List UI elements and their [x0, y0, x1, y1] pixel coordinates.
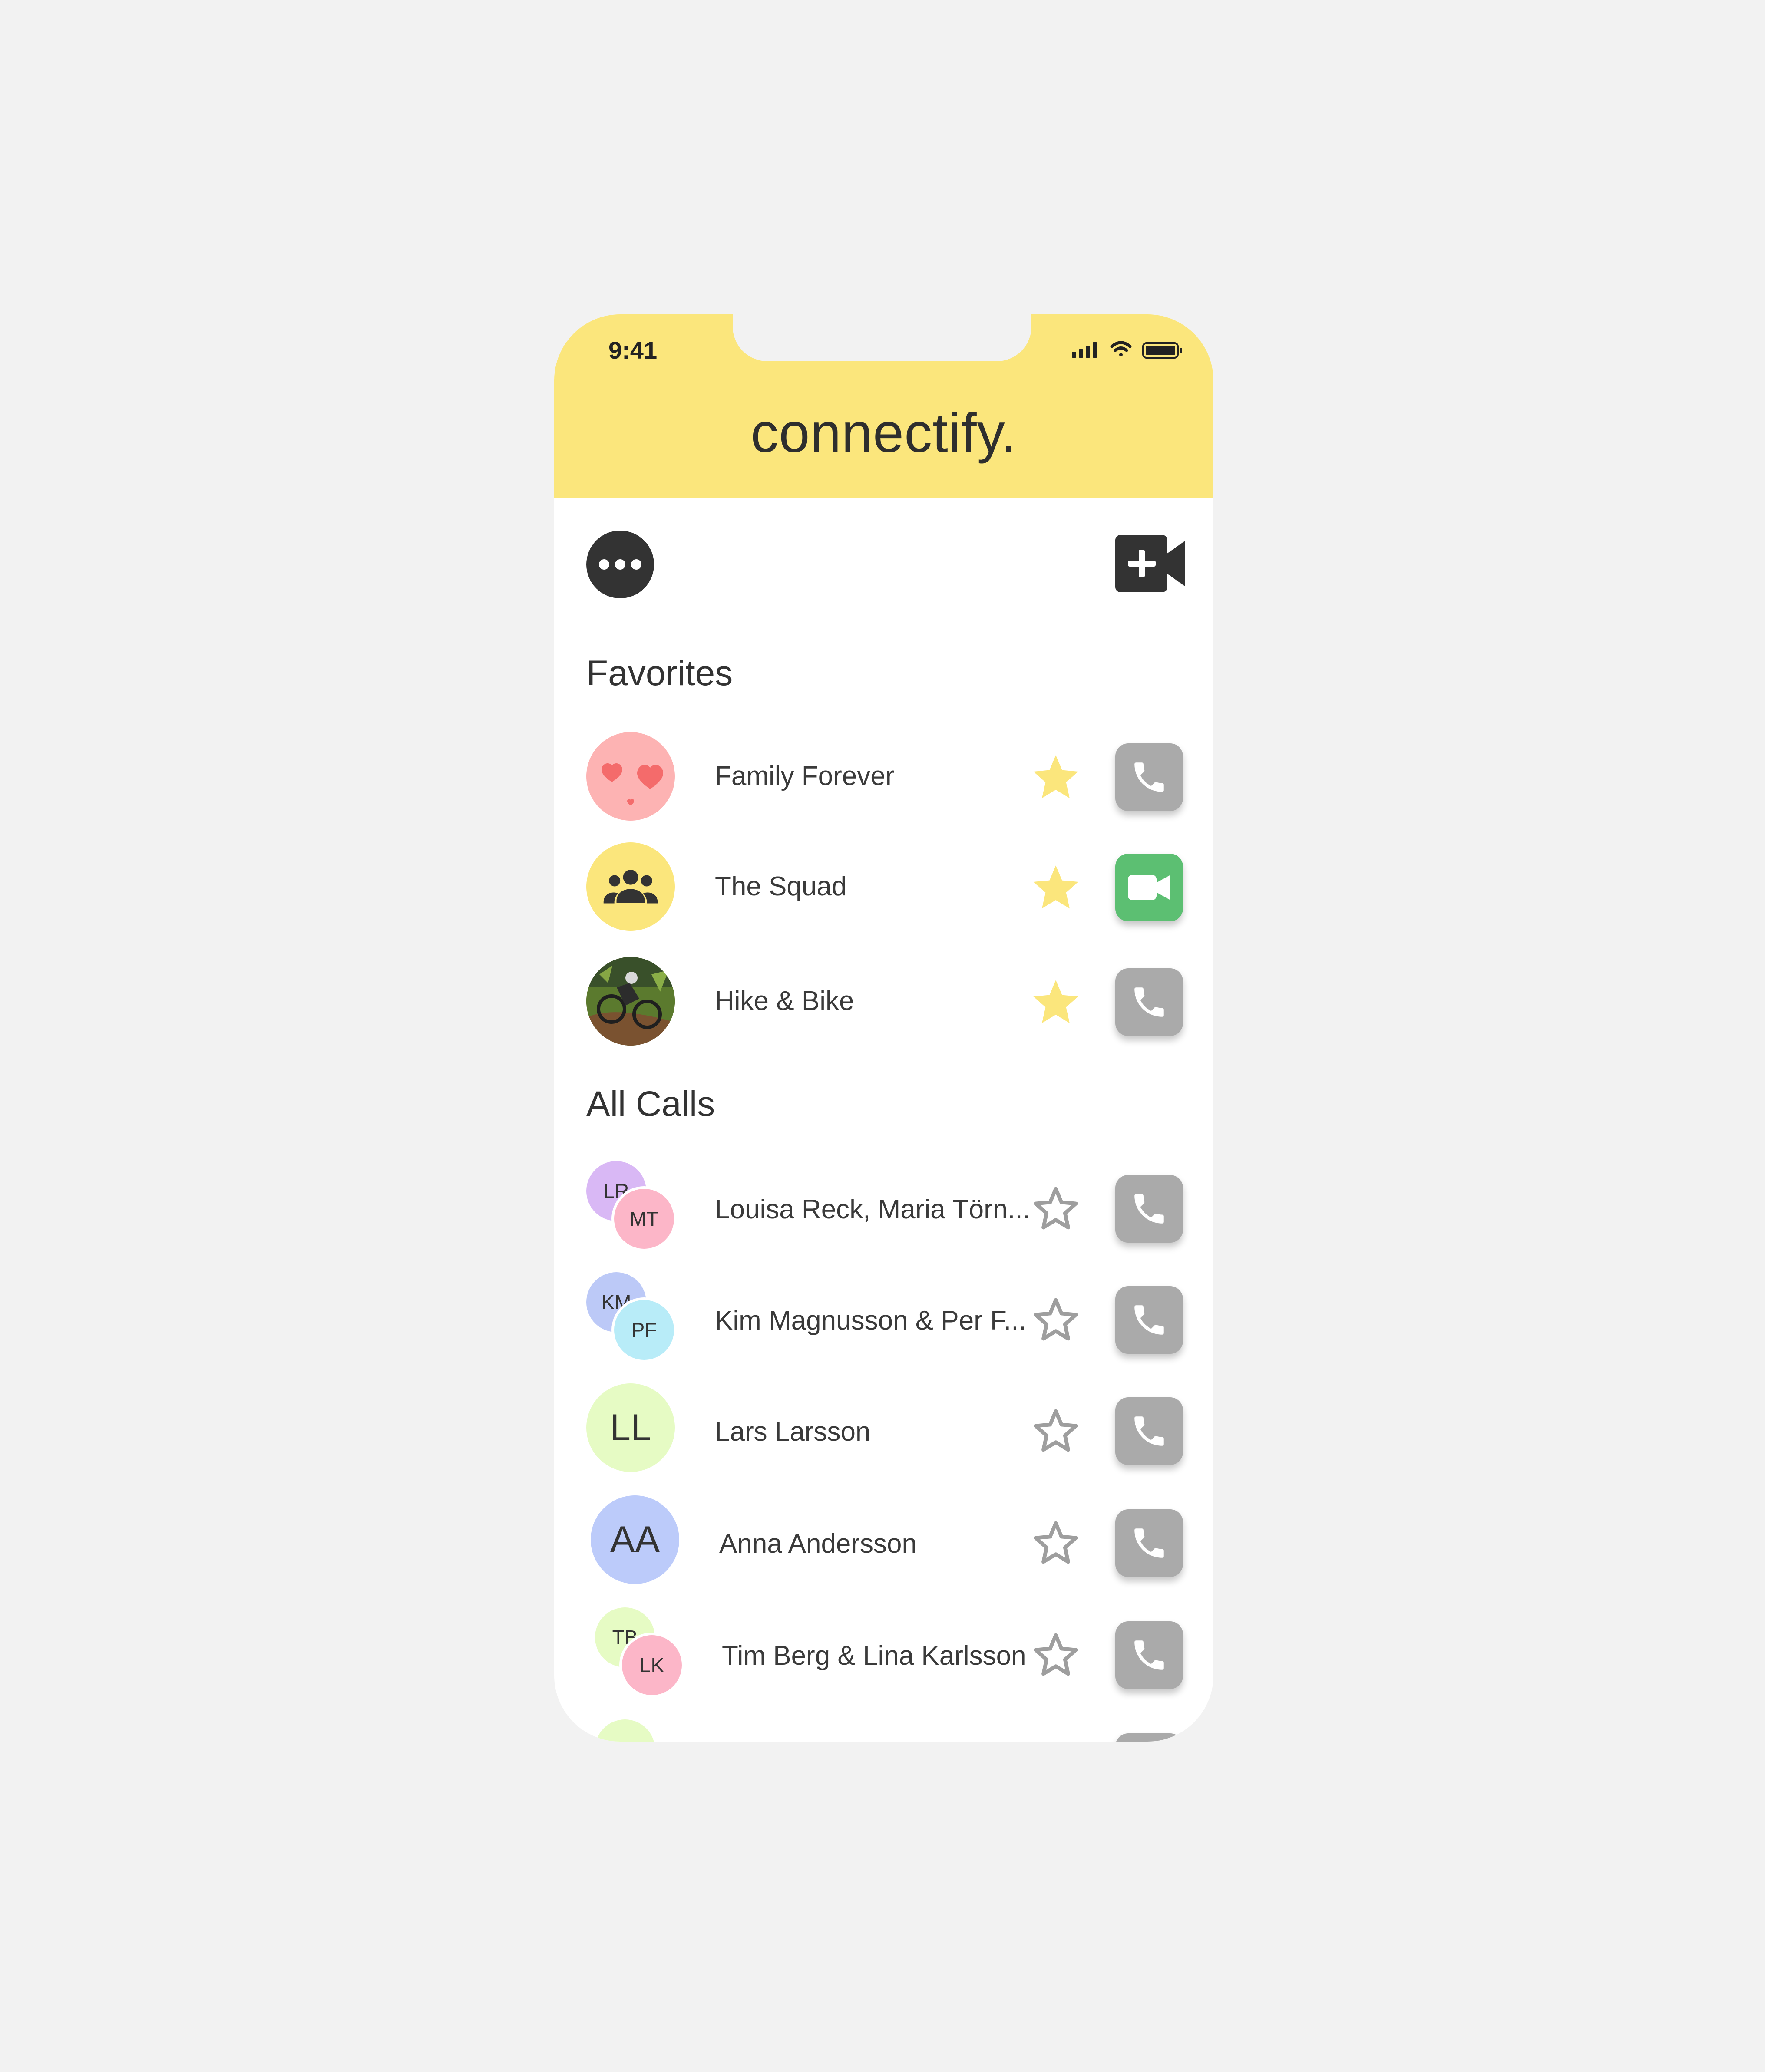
avatar-initials: PF: [611, 1297, 677, 1363]
group-icon: [603, 870, 658, 904]
call-row[interactable]: LR MT Louisa Reck, Maria Törn...: [554, 1161, 1213, 1251]
contact-name: Lars Larsson: [715, 1417, 871, 1447]
star-filled-icon[interactable]: [1029, 752, 1082, 802]
avatar-initials: AA: [610, 1518, 660, 1561]
call-button[interactable]: [1115, 1733, 1183, 1742]
star-outline-icon[interactable]: [1029, 1184, 1082, 1234]
favorites-title: Favorites: [586, 653, 733, 693]
device-notch: [733, 314, 1031, 361]
phone-icon: [1134, 987, 1164, 1017]
app-logo: connectify.: [750, 402, 1017, 464]
status-icons: [1072, 341, 1182, 359]
star-filled-icon[interactable]: [1029, 977, 1082, 1027]
star-outline-icon[interactable]: [1029, 1518, 1082, 1568]
status-time: 9:41: [608, 337, 658, 364]
app-header: 9:41 connectify.: [554, 314, 1213, 498]
wifi-icon: [1110, 341, 1132, 356]
video-call-button[interactable]: [1115, 854, 1183, 921]
contact-name: Tim Berg & Lina Karlsson: [722, 1641, 1026, 1671]
call-button[interactable]: [1115, 1286, 1183, 1354]
phone-icon: [1134, 1305, 1164, 1335]
call-button[interactable]: [1115, 1397, 1183, 1465]
favorite-row-hike-bike[interactable]: Hike & Bike: [554, 957, 1213, 1046]
avatar-initials: MT: [611, 1186, 677, 1251]
call-row[interactable]: AA Anna Andersson: [554, 1495, 1213, 1584]
phone-icon: [1134, 1194, 1164, 1224]
all-calls-title: All Calls: [586, 1084, 715, 1124]
avatar-partial: [595, 1719, 655, 1742]
battery-icon: [1142, 342, 1182, 359]
phone-icon: [1134, 1640, 1164, 1670]
contact-name: Louisa Reck, Maria Törn...: [715, 1194, 1030, 1224]
star-outline-icon[interactable]: [1029, 1630, 1082, 1680]
biker-photo: [586, 957, 675, 1046]
call-button[interactable]: [1115, 1621, 1183, 1689]
signal-icon: [1072, 342, 1097, 358]
avatar: LL: [586, 1383, 675, 1472]
favorite-row-the-squad[interactable]: The Squad: [554, 842, 1213, 931]
contact-name: Family Forever: [715, 761, 895, 791]
avatar: [586, 732, 675, 821]
contact-name: The Squad: [715, 871, 847, 901]
phone-icon: [1134, 1528, 1164, 1558]
call-button[interactable]: [1115, 1175, 1183, 1243]
call-row-partial[interactable]: [554, 1719, 1213, 1742]
more-button[interactable]: [586, 531, 654, 598]
avatar-initials: LK: [619, 1633, 684, 1698]
video-icon: [1128, 875, 1170, 900]
phone-icon: [1134, 762, 1164, 792]
star-outline-icon[interactable]: [1029, 1295, 1082, 1345]
call-button[interactable]: [1115, 968, 1183, 1036]
star-filled-icon[interactable]: [1029, 862, 1082, 913]
avatar: [586, 842, 675, 931]
avatar-photo: [586, 957, 675, 1046]
phone-screen: 9:41 connectify. Favorites Family Foreve…: [554, 314, 1213, 1742]
favorite-row-family-forever[interactable]: Family Forever: [554, 732, 1213, 821]
call-button[interactable]: [1115, 743, 1183, 811]
call-row[interactable]: KM PF Kim Magnusson & Per F...: [554, 1272, 1213, 1363]
call-row[interactable]: TB LK Tim Berg & Lina Karlsson: [554, 1607, 1213, 1698]
hearts-icon: [602, 763, 663, 805]
new-video-call-button[interactable]: [1115, 535, 1185, 592]
contact-name: Anna Andersson: [719, 1529, 917, 1559]
video-add-icon: [1115, 535, 1185, 592]
star-outline-icon[interactable]: [1029, 1406, 1082, 1456]
avatar-initials: LL: [610, 1406, 651, 1448]
more-icon: [599, 559, 641, 570]
contact-name: Hike & Bike: [715, 986, 854, 1016]
contact-name: Kim Magnusson & Per F...: [715, 1306, 1026, 1336]
avatar: AA: [591, 1495, 679, 1584]
phone-icon: [1134, 1416, 1164, 1446]
call-row[interactable]: LL Lars Larsson: [554, 1383, 1213, 1472]
call-button[interactable]: [1115, 1509, 1183, 1577]
